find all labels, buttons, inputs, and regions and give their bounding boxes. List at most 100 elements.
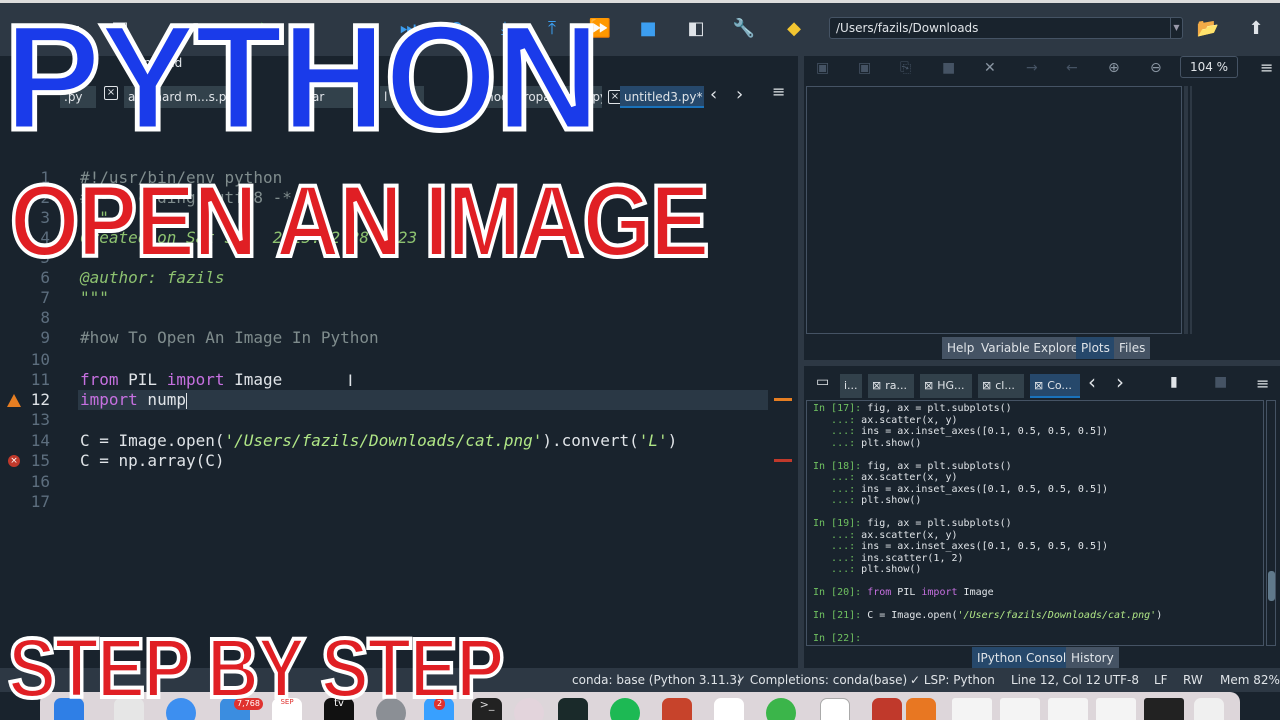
parent-dir-icon[interactable]: ⬆ bbox=[1244, 16, 1268, 40]
check-icon: ✓ bbox=[910, 673, 924, 687]
close-icon[interactable]: ⊠ bbox=[924, 379, 933, 392]
activity-monitor-icon[interactable] bbox=[558, 698, 588, 720]
console-line: In [19]: fig, ax = plt.subplots() bbox=[813, 518, 1012, 529]
stop-icon[interactable]: ■ bbox=[636, 16, 660, 40]
console-line: ...: ins.scatter(1, 2) bbox=[813, 552, 964, 564]
trash-icon[interactable] bbox=[1194, 698, 1224, 720]
scrollbar-thumb[interactable] bbox=[1268, 571, 1275, 601]
plot-thumbnails[interactable] bbox=[1190, 86, 1278, 334]
chevron-right-icon[interactable]: › bbox=[736, 84, 743, 105]
stop-kernel-icon[interactable]: ■ bbox=[1214, 374, 1227, 390]
console-line: In [17]: fig, ax = plt.subplots() bbox=[813, 403, 1012, 414]
new-console-icon[interactable]: ▭ bbox=[816, 374, 829, 390]
line-endings: LF bbox=[1154, 673, 1168, 687]
code-line-9: #how To Open An Image In Python bbox=[80, 328, 379, 347]
text-cursor-icon: I bbox=[348, 371, 353, 390]
notion-icon[interactable] bbox=[714, 698, 744, 720]
console-line: ...: ins = ax.inset_axes([0.1, 0.5, 0.5,… bbox=[813, 541, 1109, 552]
preferences-wrench-icon[interactable]: 🔧 bbox=[732, 16, 756, 40]
plots-toolbar: ▣ ▣ ⎘ ■ ✕ → ← ⊕ ⊖ 104 % ≡ bbox=[804, 56, 1280, 84]
warning-icon[interactable] bbox=[7, 394, 21, 407]
remove-all-icon[interactable]: ✕ bbox=[984, 60, 996, 76]
browse-folder-icon[interactable]: 📂 bbox=[1196, 16, 1220, 40]
window-thumbnail[interactable] bbox=[1000, 698, 1040, 720]
chevron-down-icon[interactable]: ▼ bbox=[1170, 18, 1182, 38]
previous-plot-icon[interactable]: → bbox=[1026, 60, 1038, 76]
zoom-level[interactable]: 104 % bbox=[1180, 56, 1238, 78]
remove-plot-icon[interactable]: ■ bbox=[942, 60, 955, 76]
save-all-icon[interactable]: ▣ bbox=[858, 60, 871, 76]
console-line: ...: plt.show() bbox=[813, 437, 922, 449]
window-thumbnail[interactable] bbox=[952, 698, 992, 720]
zoom-out-icon[interactable]: ⊖ bbox=[1150, 60, 1162, 76]
console-line: ...: plt.show() bbox=[813, 495, 922, 506]
chevron-right-icon[interactable]: › bbox=[1116, 370, 1124, 394]
next-plot-icon[interactable]: ← bbox=[1066, 60, 1078, 76]
powerpoint-icon[interactable] bbox=[662, 698, 692, 720]
code-line-15: C = np.array(C) bbox=[80, 451, 225, 470]
close-icon[interactable]: ⊠ bbox=[1034, 379, 1043, 392]
console-line: ...: ax.scatter(x, y) bbox=[813, 472, 958, 483]
memory-usage: Mem 82% bbox=[1220, 673, 1280, 687]
code-line-14: C = Image.open('/Users/fazils/Downloads/… bbox=[80, 431, 678, 450]
app-icon[interactable] bbox=[906, 698, 936, 720]
line-number: 7 bbox=[40, 288, 50, 307]
console-tab-2[interactable]: ⊠ ra... bbox=[868, 374, 914, 398]
tab-files[interactable]: Files bbox=[1114, 337, 1151, 359]
spotify-icon[interactable] bbox=[610, 698, 640, 720]
completions-status[interactable]: ✓ Completions: conda(base) bbox=[736, 673, 907, 687]
console-tab-4[interactable]: ⊠ cl... bbox=[978, 374, 1024, 398]
ipython-console-output[interactable]: In [17]: fig, ax = plt.subplots() ...: a… bbox=[806, 400, 1264, 646]
python-path-icon[interactable]: ◆ bbox=[782, 16, 806, 40]
app-icon[interactable] bbox=[872, 698, 902, 720]
tab-untitled3[interactable]: untitled3.py* bbox=[620, 86, 704, 108]
tab-help[interactable]: Help bbox=[942, 337, 980, 359]
progress-app-icon[interactable] bbox=[766, 698, 796, 720]
window-thumbnail[interactable] bbox=[1096, 698, 1136, 720]
console-line: In [18]: fig, ax = plt.subplots() bbox=[813, 460, 1012, 472]
line-number: 16 bbox=[30, 472, 50, 491]
working-directory-field[interactable]: /Users/fazils/Downloads ▼ bbox=[829, 17, 1183, 39]
close-icon[interactable]: ⊠ bbox=[982, 379, 991, 392]
error-icon[interactable]: × bbox=[8, 455, 20, 467]
plots-pane: ▣ ▣ ⎘ ■ ✕ → ← ⊕ ⊖ 104 % ≡ Help Variable … bbox=[804, 56, 1280, 360]
console-tab-1[interactable]: i... bbox=[840, 374, 862, 398]
chevron-left-icon[interactable]: ‹ bbox=[710, 84, 717, 105]
console-scrollbar[interactable] bbox=[1266, 400, 1276, 646]
app-icon[interactable] bbox=[514, 698, 544, 720]
window-thumbnail[interactable] bbox=[1144, 698, 1184, 720]
console-tab-3[interactable]: ⊠ HG... bbox=[920, 374, 972, 398]
file-permissions: RW bbox=[1183, 673, 1203, 687]
tab-history[interactable]: History bbox=[1066, 647, 1119, 669]
conda-env-status[interactable]: conda: base (Python 3.11.3) bbox=[572, 673, 742, 687]
zoom-in-icon[interactable]: ⊕ bbox=[1108, 60, 1120, 76]
tab-plots[interactable]: Plots bbox=[1076, 337, 1115, 359]
hamburger-menu-icon[interactable]: ≡ bbox=[1256, 374, 1269, 393]
tab-ipython-console[interactable]: IPython Console bbox=[972, 647, 1079, 669]
window-thumbnail[interactable] bbox=[1048, 698, 1088, 720]
maximize-pane-icon[interactable]: ◧ bbox=[684, 16, 708, 40]
save-plot-icon[interactable]: ▣ bbox=[816, 60, 829, 76]
check-icon: ✓ bbox=[736, 673, 750, 687]
line-number: 11 bbox=[30, 370, 50, 389]
line-number: 14 bbox=[30, 431, 50, 450]
lsp-status[interactable]: ✓ LSP: Python bbox=[910, 673, 995, 687]
document-app-icon[interactable] bbox=[820, 698, 850, 720]
plot-splitter[interactable] bbox=[1184, 86, 1188, 334]
console-tab-active[interactable]: ⊠ Co... bbox=[1030, 374, 1080, 398]
chevron-left-icon[interactable]: ‹ bbox=[1088, 370, 1096, 394]
warning-marker[interactable] bbox=[774, 398, 792, 401]
error-marker[interactable] bbox=[774, 459, 792, 462]
overlay-title-step-by-step: STEP BY STEP bbox=[6, 621, 506, 715]
copy-icon[interactable]: ⎘ bbox=[900, 60, 911, 76]
clear-console-icon[interactable]: ▮ bbox=[1170, 374, 1178, 390]
line-number: 10 bbox=[30, 350, 50, 369]
console-line: ...: ins = ax.inset_axes([0.1, 0.5, 0.5,… bbox=[813, 483, 1109, 495]
code-line-7: """ bbox=[80, 288, 109, 307]
hamburger-menu-icon[interactable]: ≡ bbox=[1260, 58, 1273, 77]
console-line: In [21]: C = Image.open('/Users/fazils/D… bbox=[813, 610, 1163, 621]
tab-variable-explorer[interactable]: Variable Explorer bbox=[976, 337, 1089, 359]
hamburger-menu-icon[interactable]: ≡ bbox=[772, 82, 785, 101]
close-icon[interactable]: ⊠ bbox=[872, 379, 881, 392]
plot-canvas[interactable] bbox=[806, 86, 1182, 334]
